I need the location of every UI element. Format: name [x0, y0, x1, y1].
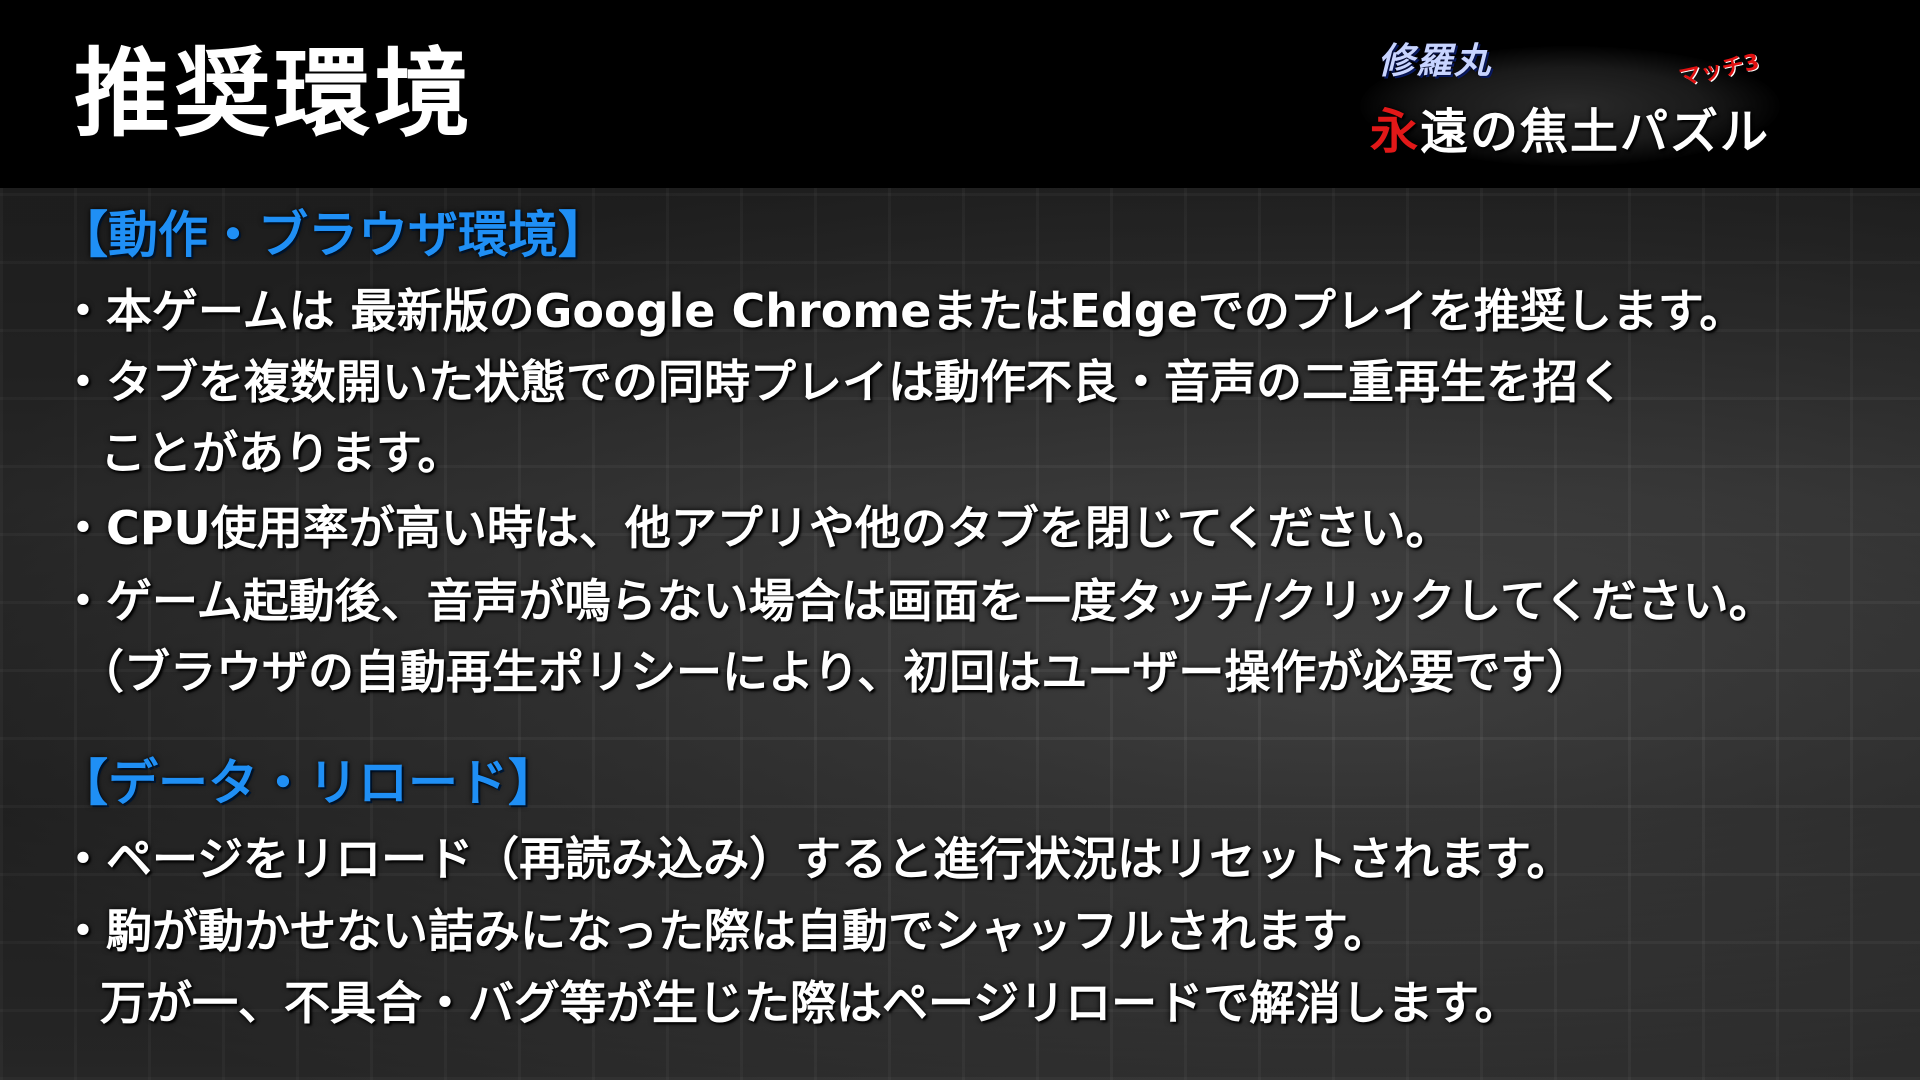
section-title-browser: 【動作・ブラウザ環境】: [58, 206, 608, 264]
browser-line-6: （ブラウザの自動再生ポリシーにより、初回はユーザー操作が必要です）: [78, 645, 1593, 699]
game-logo: 修羅丸 マッチ3 永遠の焦土パズル: [1350, 18, 1790, 183]
content-area: 【動作・ブラウザ環境】 ・本ゲームは 最新版のGoogle ChromeまたはE…: [0, 188, 1920, 1080]
data-line-3: 万が一、不具合・バグ等が生じた際はページリロードで解消します。: [100, 976, 1521, 1030]
logo-main-text: 永遠の焦土パズル: [1370, 92, 1770, 162]
logo-main-rest: 遠の焦土パズル: [1420, 104, 1771, 160]
browser-line-5: ・ゲーム起動後、音声が鳴らない場合は画面を一度タッチ/クリックしてください。: [60, 574, 1775, 628]
section-title-data: 【データ・リロード】: [58, 754, 558, 812]
browser-line-4: ・CPU使用率が高い時は、他アプリや他のタブを閉じてください。: [60, 501, 1452, 555]
browser-line-3: ことがあります。: [100, 426, 464, 480]
data-line-2: ・駒が動かせない詰みになった際は自動でシャッフルされます。: [60, 904, 1390, 958]
data-line-1: ・ページをリロード（再読み込み）すると進行状況はリセットされます。: [60, 832, 1573, 886]
screen: 推奨環境 修羅丸 マッチ3 永遠の焦土パズル 【動作・ブラウザ環境】 ・本ゲーム…: [0, 0, 1920, 1080]
logo-top-text: 修羅丸: [1378, 40, 1493, 82]
browser-line-1: ・本ゲームは 最新版のGoogle ChromeまたはEdgeでのプレイを推奨し…: [60, 284, 1746, 338]
page-title: 推奨環境: [74, 38, 474, 150]
logo-main-red: 永: [1370, 104, 1421, 160]
header-bar: 推奨環境 修羅丸 マッチ3 永遠の焦土パズル: [0, 0, 1920, 188]
browser-line-2: ・タブを複数開いた状態での同時プレイは動作不良・音声の二重再生を招く: [60, 355, 1624, 409]
